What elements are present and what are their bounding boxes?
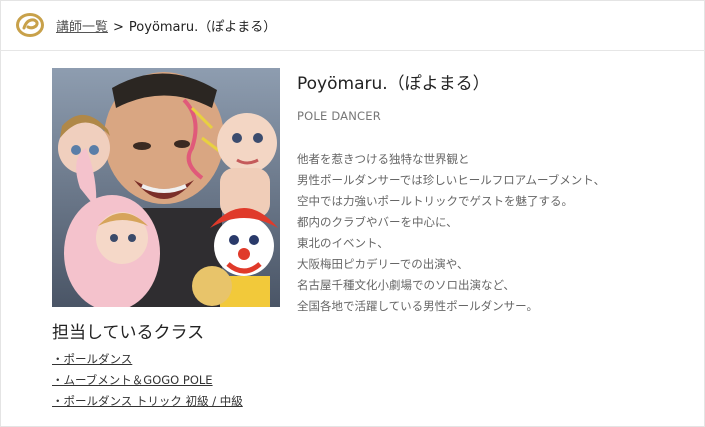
class-link-movement-gogo-pole[interactable]: ・ムーブメント＆GOGO POLE [52,370,243,391]
instructor-name: Poyömaru.（ぽよまる） [297,74,490,94]
bio-line: 空中では力強いポールトリックでゲストを魅了する。 [297,194,573,208]
breadcrumb-current: Poyömaru.（ぽよまる） [128,20,277,35]
class-link-pole-trick[interactable]: ・ポールダンス トリック 初級 / 中級 [52,391,243,412]
classes-heading: 担当しているクラス [52,323,205,343]
bio-line: 大阪梅田ピカデリーでの出演や、 [297,257,469,271]
instructor-role: POLE DANCER [297,109,381,123]
instructor-photo [52,68,280,307]
breadcrumb-instructors-link[interactable]: 講師一覧 [56,20,108,35]
bio-line: 他者を惹きつける独特な世界観と [297,152,470,166]
breadcrumb: 講師一覧 > Poyömaru.（ぽよまる） [56,16,276,35]
class-list: ・ポールダンス ・ムーブメント＆GOGO POLE ・ポールダンス トリック 初… [52,349,243,412]
breadcrumb-separator: > [113,20,124,35]
brand-logo-icon[interactable] [15,12,45,38]
bio-line: 男性ポールダンサーでは珍しいヒールフロアムーブメント、 [297,173,606,187]
bio-line: 名古屋千種文化小劇場でのソロ出演など、 [297,278,515,292]
header-bar: 講師一覧 > Poyömaru.（ぽよまる） [0,0,705,51]
class-link-pole-dance[interactable]: ・ポールダンス [52,349,243,370]
bio-line: 全国各地で活躍している男性ポールダンサー。 [297,299,539,313]
bio-line: 東北のイベント、 [297,236,389,250]
bio-line: 都内のクラブやバーを中心に、 [297,215,458,229]
instructor-bio: 他者を惹きつける独特な世界観と 男性ポールダンサーでは珍しいヒールフロアムーブメ… [297,149,605,317]
